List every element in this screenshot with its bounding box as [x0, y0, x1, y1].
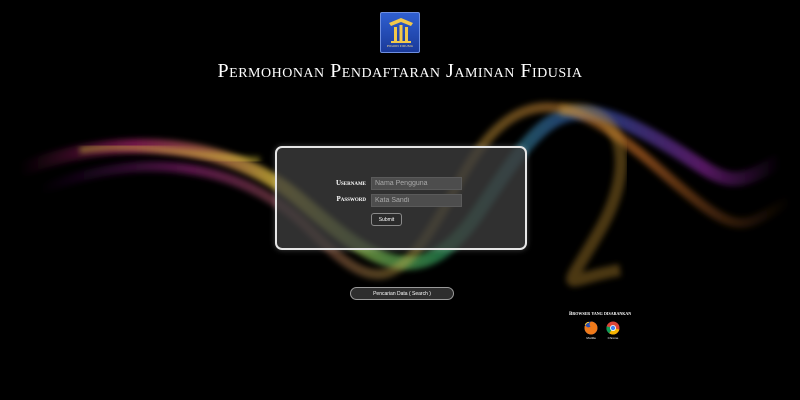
recommended-browsers-label: Browser yang disarankan: [569, 312, 632, 317]
firefox-icon: [584, 321, 598, 335]
username-label: Username: [335, 179, 366, 187]
logo: POHON FIDUSIA: [380, 12, 420, 53]
page-title: Permohonan Pendaftaran Jaminan Fidusia: [217, 60, 583, 82]
browser-name: Mozilla: [586, 336, 596, 340]
password-label: Password: [336, 195, 366, 203]
browser-chrome-link[interactable]: Chrome: [603, 321, 623, 340]
logo-text: POHON FIDUSIA: [386, 44, 414, 48]
username-input[interactable]: [371, 177, 462, 190]
browser-name: Chrome: [607, 336, 619, 340]
chrome-icon: [606, 321, 620, 335]
submit-button[interactable]: Submit: [371, 213, 402, 226]
password-input[interactable]: [371, 194, 462, 207]
browser-mozilla-link[interactable]: Mozilla: [581, 321, 601, 340]
search-data-button[interactable]: Pencarian Data ( Search ): [350, 287, 454, 300]
